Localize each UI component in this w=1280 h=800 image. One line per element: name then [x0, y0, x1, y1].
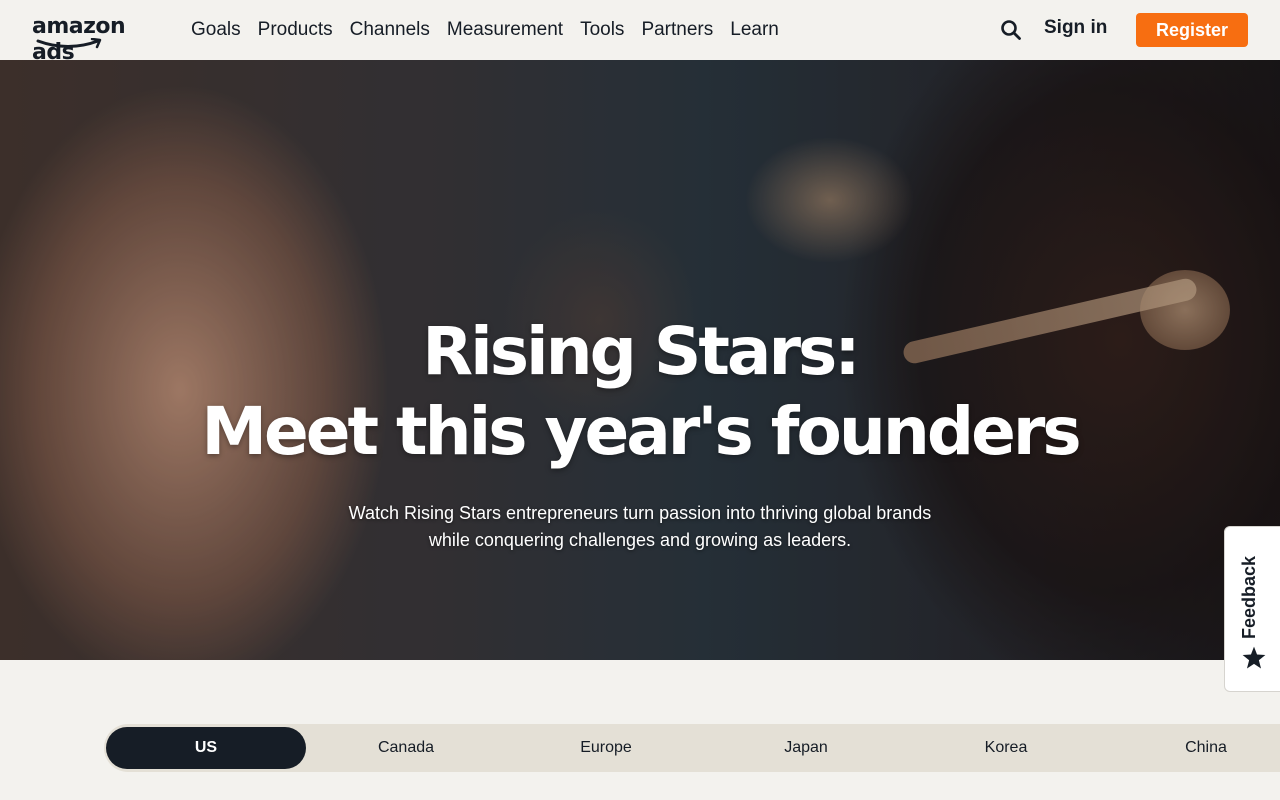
menu-item-learn[interactable]: Learn — [730, 19, 779, 41]
top-navigation: amazon ads Goals Products Channels Measu… — [0, 0, 1280, 65]
menu-item-partners[interactable]: Partners — [641, 19, 713, 41]
menu-item-products[interactable]: Products — [258, 19, 333, 41]
tab-japan[interactable]: Japan — [706, 727, 906, 769]
feedback-label: Feedback — [1239, 555, 1259, 639]
main-menu: Goals Products Channels Measurement Tool… — [191, 0, 796, 60]
smile-arrow-icon — [36, 38, 102, 49]
hero-title: Rising Stars: Meet this year's founders — [0, 312, 1280, 472]
menu-item-tools[interactable]: Tools — [580, 19, 624, 41]
hero-subtitle-line-1: Watch Rising Stars entrepreneurs turn pa… — [348, 503, 932, 523]
hero-subtitle: Watch Rising Stars entrepreneurs turn pa… — [330, 500, 950, 554]
menu-item-channels[interactable]: Channels — [350, 19, 430, 41]
search-icon — [1001, 20, 1021, 40]
hero-subtitle-line-2: while conquering challenges and growing … — [428, 530, 852, 550]
amazon-ads-logo[interactable]: amazon ads — [32, 14, 168, 65]
menu-item-goals[interactable]: Goals — [191, 19, 241, 41]
sign-in-link[interactable]: Sign in — [1044, 17, 1107, 39]
search-button[interactable] — [999, 18, 1023, 42]
register-button[interactable]: Register — [1136, 13, 1248, 47]
hero-title-line-2: Meet this year's founders — [201, 393, 1081, 470]
tab-korea[interactable]: Korea — [906, 727, 1106, 769]
tab-china[interactable]: China — [1106, 727, 1280, 769]
hero-banner: Rising Stars: Meet this year's founders … — [0, 60, 1280, 660]
region-tabs: US Canada Europe Japan Korea China — [104, 724, 1280, 772]
tab-europe[interactable]: Europe — [506, 727, 706, 769]
star-icon — [1242, 646, 1266, 669]
tab-canada[interactable]: Canada — [306, 727, 506, 769]
feedback-tab[interactable]: Feedback — [1224, 526, 1280, 692]
tab-us[interactable]: US — [106, 727, 306, 769]
hero-title-line-1: Rising Stars: — [422, 313, 860, 390]
menu-item-measurement[interactable]: Measurement — [447, 19, 563, 41]
